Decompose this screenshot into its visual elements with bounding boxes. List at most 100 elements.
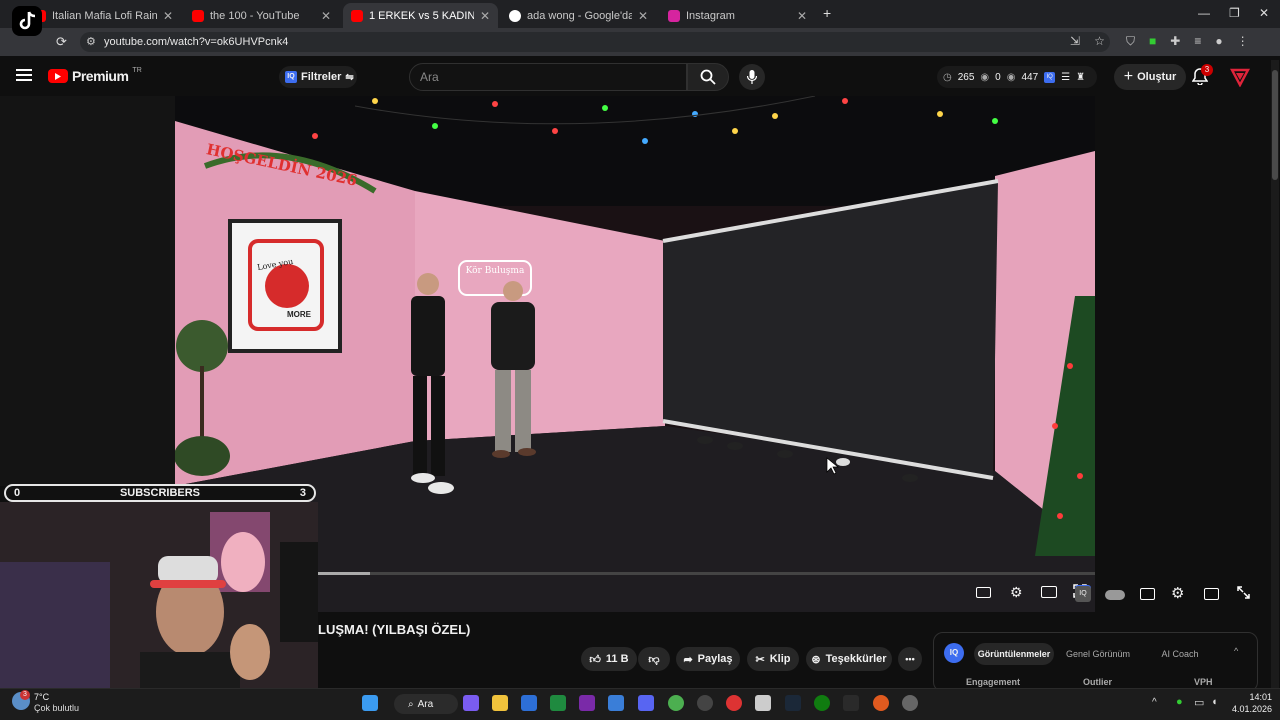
account-avatar[interactable] xyxy=(1230,67,1250,92)
green-extension-icon[interactable]: ■ xyxy=(1149,34,1156,49)
expand-icon xyxy=(1237,586,1250,599)
google-favicon-icon xyxy=(509,9,521,22)
microphone-icon xyxy=(747,70,757,84)
search-icon xyxy=(700,69,716,85)
create-button[interactable]: + Oluştur xyxy=(1114,64,1186,90)
collapse-chevron-icon[interactable]: ^ xyxy=(1234,646,1238,656)
xbox-icon[interactable] xyxy=(814,695,830,711)
profile-avatar-icon[interactable]: ● xyxy=(1215,34,1222,49)
menu-kebab-icon[interactable]: ⋮ xyxy=(1237,34,1249,49)
clip-button[interactable]: ✂ Klip xyxy=(747,647,799,671)
new-tab-button[interactable]: + xyxy=(823,5,831,21)
store-icon[interactable] xyxy=(521,695,537,711)
onenote-icon[interactable] xyxy=(579,695,595,711)
clip-label: Klip xyxy=(769,653,791,665)
miniplayer-icon[interactable] xyxy=(1204,588,1219,600)
search-button[interactable] xyxy=(687,63,729,91)
media-control-icon[interactable]: ≡ xyxy=(1194,34,1201,49)
search-input[interactable]: Ara xyxy=(409,63,687,91)
thanks-button[interactable]: ⊛ Teşekkürler xyxy=(806,647,892,671)
filters-button[interactable]: IQ Filtreler ⇋ xyxy=(279,66,357,88)
channel-stats-widget[interactable]: ◷ 265 ◉ 0 ◉ 447 IQ ☰ ♜ xyxy=(937,66,1097,88)
bookmark-star-icon[interactable]: ☆ xyxy=(1094,34,1105,48)
close-window-icon[interactable]: ✕ xyxy=(1259,6,1269,20)
network-icon[interactable]: ▭ xyxy=(1194,696,1204,709)
youtube-logo[interactable]: Premium TR xyxy=(48,67,142,84)
clock-date[interactable]: 4.01.2026 xyxy=(1222,704,1272,714)
tab-active-video[interactable]: 1 ERKEK vs 5 KADIN | KIYAFETLE ✕ xyxy=(343,3,498,28)
hamburger-menu-icon[interactable] xyxy=(16,69,32,81)
theater-mode-icon[interactable] xyxy=(1041,586,1057,598)
fullscreen-button[interactable] xyxy=(1237,586,1250,604)
install-icon[interactable]: ⇲ xyxy=(1070,34,1080,48)
app-icon[interactable] xyxy=(755,695,771,711)
tab-ai-coach[interactable]: AI Coach xyxy=(1148,643,1212,665)
captions-icon[interactable] xyxy=(1140,588,1155,600)
windows-start-icon[interactable] xyxy=(362,695,378,711)
tab-instagram[interactable]: Instagram ✕ xyxy=(660,3,815,28)
copilot-icon[interactable] xyxy=(463,695,479,711)
tab-title: Instagram xyxy=(686,9,735,22)
browser-tab-bar: Italian Mafia Lofi Rain 🇮🇹 | 1940 ✕ the … xyxy=(0,0,1280,36)
share-button[interactable]: ➦ Paylaş xyxy=(676,647,740,671)
trophy-icon[interactable]: ♜ xyxy=(1076,72,1085,83)
tab-overview[interactable]: Genel Görünüm xyxy=(1062,643,1134,665)
settings-gear-icon[interactable]: ⚙ xyxy=(1010,584,1023,601)
close-tab-icon[interactable]: ✕ xyxy=(480,9,490,23)
youtube-favicon-icon xyxy=(351,9,363,22)
minimize-icon[interactable]: — xyxy=(1198,6,1210,20)
url-field[interactable]: youtube.com/watch?v=ok6UHVPcnk4 xyxy=(80,32,1110,52)
dislike-button[interactable]: 👎︎ xyxy=(638,647,670,671)
iq-control-icon[interactable]: IQ xyxy=(1075,586,1091,602)
microphone-tray-icon[interactable]: ● xyxy=(1176,696,1183,708)
steam-icon[interactable] xyxy=(785,695,801,711)
tab-views[interactable]: Görüntülenmeler xyxy=(974,643,1054,665)
settings-app-icon[interactable] xyxy=(902,695,918,711)
tray-chevron-icon[interactable]: ^ xyxy=(1152,697,1157,708)
site-info-icon[interactable]: ⚙ xyxy=(86,35,96,48)
excel-icon[interactable] xyxy=(550,695,566,711)
reload-icon[interactable]: ⟳ xyxy=(56,34,67,50)
more-actions-button[interactable]: ••• xyxy=(898,647,922,671)
red-app-icon[interactable] xyxy=(726,695,742,711)
thumbs-up-icon: 👍︎ xyxy=(589,653,601,666)
notifications-button[interactable]: 3 xyxy=(1191,64,1213,90)
tab-title: ada wong - Google'da Ara xyxy=(527,9,632,22)
close-tab-icon[interactable]: ✕ xyxy=(638,9,648,23)
close-tab-icon[interactable]: ✕ xyxy=(321,9,331,23)
obs-icon[interactable] xyxy=(697,695,713,711)
plus-icon: + xyxy=(1123,68,1134,85)
iq-logo-icon: IQ xyxy=(285,71,297,83)
iq-logo-icon: IQ xyxy=(1044,71,1056,83)
close-tab-icon[interactable]: ✕ xyxy=(163,9,173,23)
taskbar-search-label: Ara xyxy=(417,698,434,710)
restore-icon[interactable]: ❐ xyxy=(1229,6,1240,20)
close-tab-icon[interactable]: ✕ xyxy=(797,9,807,23)
vidiq-logo-icon: IQ xyxy=(944,643,964,663)
page-scrollbar[interactable] xyxy=(1271,60,1279,688)
notepad-icon[interactable] xyxy=(608,695,624,711)
filters-label: Filtreler xyxy=(301,71,342,83)
puzzle-extensions-icon[interactable]: ✚ xyxy=(1170,34,1180,49)
file-explorer-icon[interactable] xyxy=(492,695,508,711)
views-icon: ◷ xyxy=(943,71,952,83)
subtitles-icon[interactable] xyxy=(976,587,991,598)
player-settings-icon[interactable]: ⚙ xyxy=(1171,584,1184,602)
discord-icon[interactable] xyxy=(638,695,654,711)
chrome-icon[interactable] xyxy=(668,695,684,711)
epic-games-icon[interactable] xyxy=(843,695,859,711)
tab-google[interactable]: ada wong - Google'da Ara ✕ xyxy=(501,3,656,28)
voice-search-button[interactable] xyxy=(739,64,765,90)
shield-extension-icon[interactable]: ⛉ xyxy=(1126,34,1135,49)
firefox-icon[interactable] xyxy=(873,695,889,711)
autoplay-switch-icon[interactable] xyxy=(1105,590,1125,600)
like-button[interactable]: 👍︎ 11 B xyxy=(581,647,637,671)
vidiq-panel: IQ Görüntülenmeler Genel Görünüm AI Coac… xyxy=(933,632,1258,692)
list-icon[interactable]: ☰ xyxy=(1061,72,1070,83)
clock-time[interactable]: 14:01 xyxy=(1222,692,1272,702)
volume-icon[interactable]: ◖ xyxy=(1211,696,1218,708)
taskbar-search[interactable]: ⌕ Ara xyxy=(394,694,458,714)
tab-lofi[interactable]: Italian Mafia Lofi Rain 🇮🇹 | 1940 ✕ xyxy=(26,3,181,28)
tab-the100[interactable]: the 100 - YouTube ✕ xyxy=(184,3,339,28)
youtube-favicon-icon xyxy=(192,9,204,22)
